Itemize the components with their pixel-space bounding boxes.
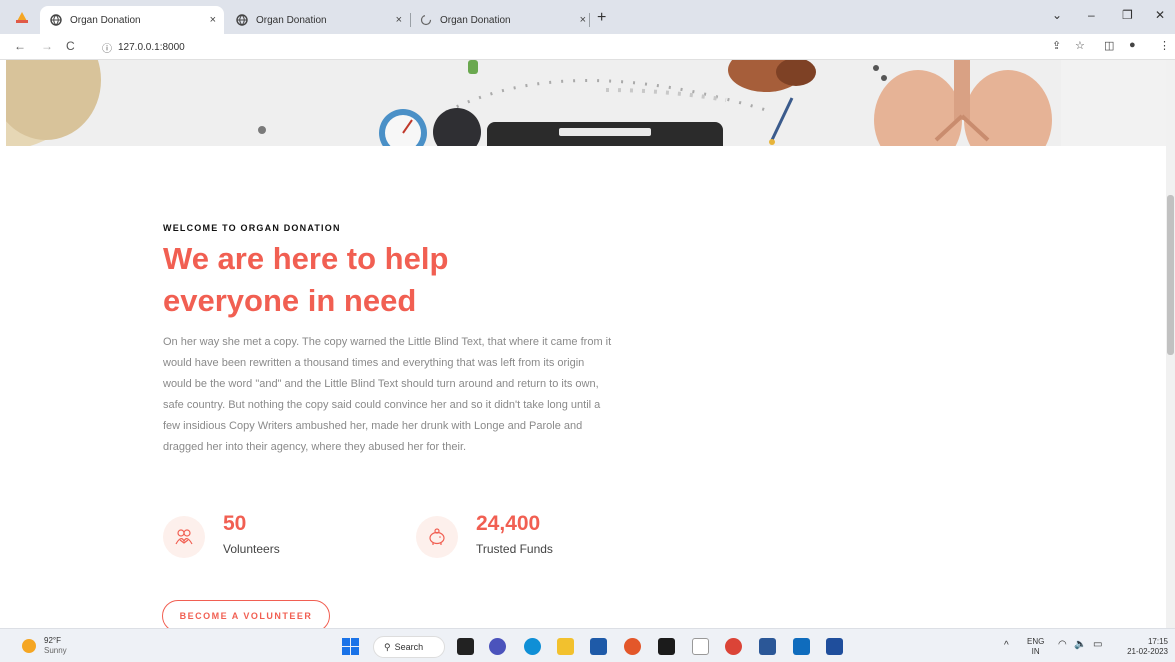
become-volunteer-button[interactable]: BECOME A VOLUNTEER: [162, 600, 330, 628]
reload-icon[interactable]: C: [66, 39, 75, 53]
clock-time: 17:15: [1147, 637, 1168, 646]
address-bar-row: ← → C ⓘ 127.0.0.1:8000 ⇪ ☆ ◫ ● ⋮: [0, 34, 1175, 60]
dropbox-icon[interactable]: [658, 638, 675, 655]
vscode-icon[interactable]: [793, 638, 810, 655]
sun-icon: [22, 639, 36, 653]
funds-label: Trusted Funds: [476, 542, 553, 556]
tab-title: Organ Donation: [70, 14, 141, 26]
scrollbar-thumb[interactable]: [1167, 195, 1174, 355]
volunteers-icon: [163, 516, 205, 558]
browser-tab-bar: Organ Donation × Organ Donation × Organ …: [0, 0, 1175, 34]
hero-banner-image: [6, 60, 1166, 146]
task-view-icon[interactable]: [457, 638, 474, 655]
tray-chevron-icon[interactable]: ^: [1004, 641, 1009, 651]
url-field[interactable]: ⓘ 127.0.0.1:8000: [102, 40, 185, 55]
stat-volunteers: 50 Volunteers: [163, 512, 280, 558]
volunteers-count: 50: [223, 512, 247, 535]
tab-search-chevron-icon[interactable]: ⌄: [1052, 8, 1062, 22]
taskbar-search-box[interactable]: ⚲ Search: [373, 636, 445, 658]
tab-close-icon[interactable]: ×: [580, 14, 586, 26]
weather-widget[interactable]: 92°F Sunny: [22, 636, 67, 656]
lang-bottom: IN: [1031, 647, 1040, 656]
language-indicator[interactable]: ENG IN: [1027, 637, 1044, 657]
back-arrow-icon[interactable]: ←: [14, 39, 26, 53]
chrome-icon[interactable]: [725, 638, 742, 655]
globe-icon: [236, 14, 248, 26]
url-text: 127.0.0.1:8000: [118, 42, 185, 53]
tab-title: Organ Donation: [440, 14, 511, 26]
new-tab-button[interactable]: +: [597, 9, 606, 27]
clock-date: 21-02-2023: [1127, 647, 1168, 656]
weather-temp: 92°F: [44, 636, 61, 645]
headline-line-2: everyone in need: [163, 283, 417, 318]
headline-line-1: We are here to help: [163, 241, 449, 276]
tab-close-icon[interactable]: ×: [210, 14, 216, 26]
site-info-icon[interactable]: ⓘ: [102, 40, 112, 55]
tab-close-icon[interactable]: ×: [396, 14, 402, 26]
app-icon[interactable]: [759, 638, 776, 655]
stat-trusted-funds: 24,400 Trusted Funds: [416, 512, 553, 558]
intro-paragraph: On her way she met a copy. The copy warn…: [163, 336, 612, 453]
section-kicker: WELCOME TO ORGAN DONATION: [163, 223, 341, 233]
close-window-button[interactable]: ✕: [1155, 8, 1165, 22]
globe-icon: [50, 14, 62, 26]
tab-organ-donation-3[interactable]: Organ Donation ×: [410, 6, 594, 34]
file-explorer-icon[interactable]: [557, 638, 574, 655]
tab-organ-donation-1[interactable]: Organ Donation ×: [40, 6, 224, 34]
windows-taskbar: 92°F Sunny ⚲ Search ^ ENG IN ◠ 🔈 ▭ 17:15…: [0, 628, 1175, 662]
windows-start-icon[interactable]: [342, 638, 359, 655]
chat-icon[interactable]: [489, 638, 506, 655]
menu-kebab-icon[interactable]: ⋮: [1159, 39, 1170, 52]
weather-desc: Sunny: [44, 646, 67, 655]
side-panel-icon[interactable]: ◫: [1104, 39, 1114, 52]
wifi-icon[interactable]: ◠: [1058, 640, 1067, 650]
battery-icon[interactable]: ▭: [1093, 640, 1102, 650]
page-headline: We are here to help everyone in need: [163, 238, 643, 322]
search-label: Search: [394, 642, 424, 652]
tab-divider: [589, 13, 590, 27]
edge-browser-icon[interactable]: [524, 638, 541, 655]
clock[interactable]: 17:15 21-02-2023: [1118, 637, 1168, 657]
volunteers-label: Volunteers: [223, 542, 280, 556]
share-icon[interactable]: ⇪: [1052, 39, 1061, 52]
web-page: WELCOME TO ORGAN DONATION We are here to…: [0, 60, 1166, 628]
bookmark-star-icon[interactable]: ☆: [1075, 39, 1085, 52]
tab-title: Organ Donation: [256, 14, 327, 26]
profile-avatar-icon[interactable]: ●: [1129, 39, 1136, 51]
restore-button[interactable]: ❐: [1122, 8, 1133, 22]
amazon-icon[interactable]: [692, 638, 709, 655]
minimize-button[interactable]: –: [1088, 8, 1095, 22]
firefox-icon[interactable]: [624, 638, 641, 655]
word-icon[interactable]: [826, 638, 843, 655]
lang-top: ENG: [1027, 637, 1045, 646]
funds-amount: 24,400: [476, 512, 541, 535]
browser-app-icon[interactable]: [14, 10, 30, 24]
tab-organ-donation-2[interactable]: Organ Donation ×: [226, 6, 410, 34]
loading-icon: [420, 14, 432, 26]
volume-icon[interactable]: 🔈: [1074, 640, 1086, 650]
search-icon: ⚲: [384, 641, 391, 652]
mail-icon[interactable]: [590, 638, 607, 655]
forward-arrow-icon[interactable]: →: [41, 39, 53, 53]
piggy-bank-icon: [416, 516, 458, 558]
